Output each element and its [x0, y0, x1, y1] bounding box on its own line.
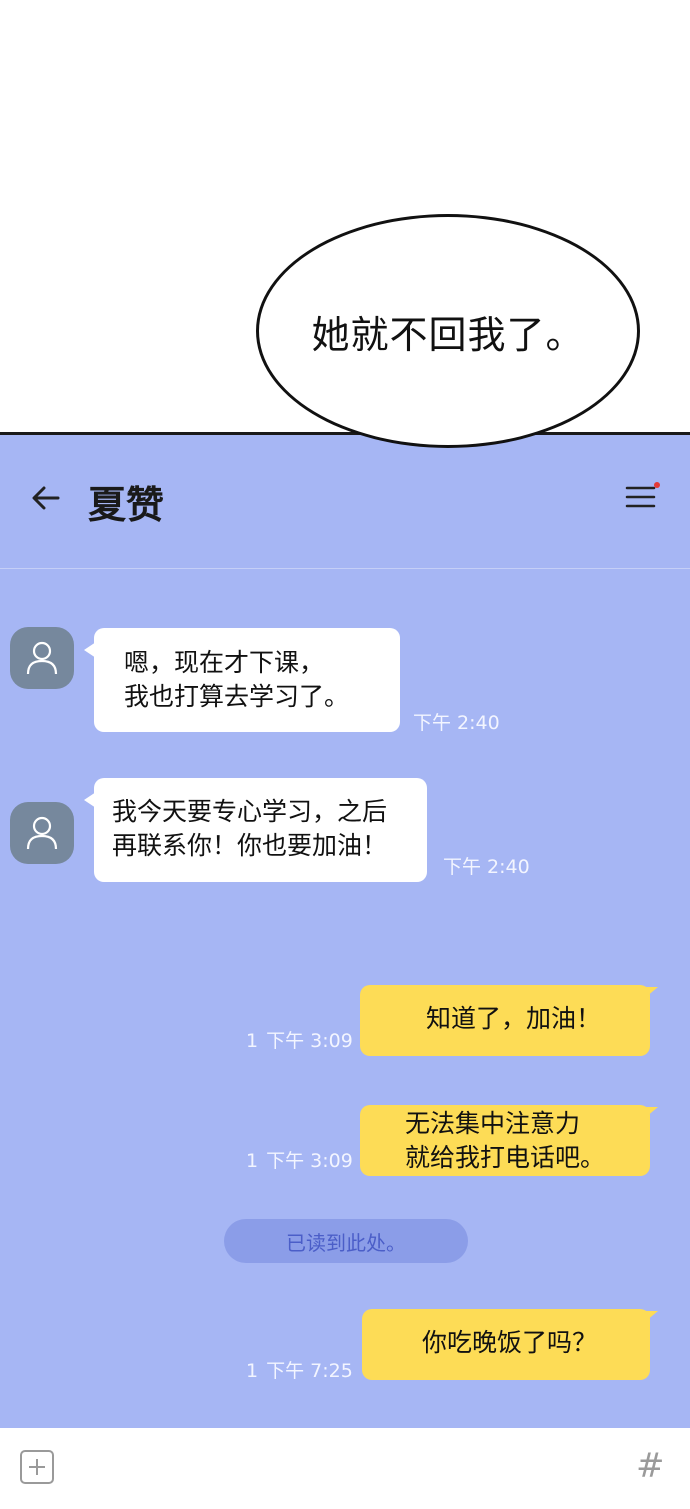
unread-count: 1 — [246, 1030, 259, 1052]
chat-screen — [0, 432, 690, 1428]
message-bubble-incoming[interactable]: 我今天要专心学习，之后 再联系你！你也要加油！ — [84, 778, 427, 882]
read-marker: 已读到此处。 — [224, 1219, 468, 1263]
notification-dot — [654, 482, 660, 488]
message-time: 下午 3:09 — [266, 1150, 353, 1172]
plus-square-icon[interactable] — [20, 1450, 54, 1484]
person-icon — [26, 641, 58, 675]
chat-title: 夏赞 — [88, 483, 165, 527]
contact-avatar[interactable] — [10, 802, 74, 864]
message-meta: 1 下午 7:25 — [246, 1356, 353, 1383]
message-time: 下午 7:25 — [266, 1360, 353, 1382]
message-bubble-outgoing[interactable]: 无法集中注意力 就给我打电话吧。 — [360, 1105, 658, 1176]
message-meta: 1 下午 3:09 — [246, 1026, 353, 1053]
message-time: 下午 3:09 — [266, 1030, 353, 1052]
unread-count: 1 — [246, 1150, 259, 1172]
speech-text: 她就不回我了。 — [311, 312, 585, 357]
hash-icon[interactable]: # — [636, 1446, 665, 1486]
person-icon — [26, 816, 58, 850]
message-time: 下午 2:40 — [443, 856, 530, 878]
input-bar — [0, 1428, 690, 1509]
contact-avatar[interactable] — [10, 627, 74, 689]
unread-count: 1 — [246, 1360, 259, 1382]
message-time: 下午 2:40 — [413, 712, 500, 734]
message-bubble-incoming[interactable]: 嗯，现在才下课， 我也打算去学习了。 — [84, 628, 400, 732]
arrow-left-icon[interactable] — [28, 480, 64, 516]
hamburger-menu-icon[interactable] — [624, 482, 660, 512]
message-bubble-outgoing[interactable]: 知道了，加油！ — [360, 985, 658, 1056]
header-divider — [0, 568, 690, 569]
speech-bubble: 她就不回我了。 — [256, 214, 640, 448]
message-bubble-outgoing[interactable]: 你吃晚饭了吗？ — [362, 1309, 658, 1380]
message-meta: 1 下午 3:09 — [246, 1146, 353, 1173]
